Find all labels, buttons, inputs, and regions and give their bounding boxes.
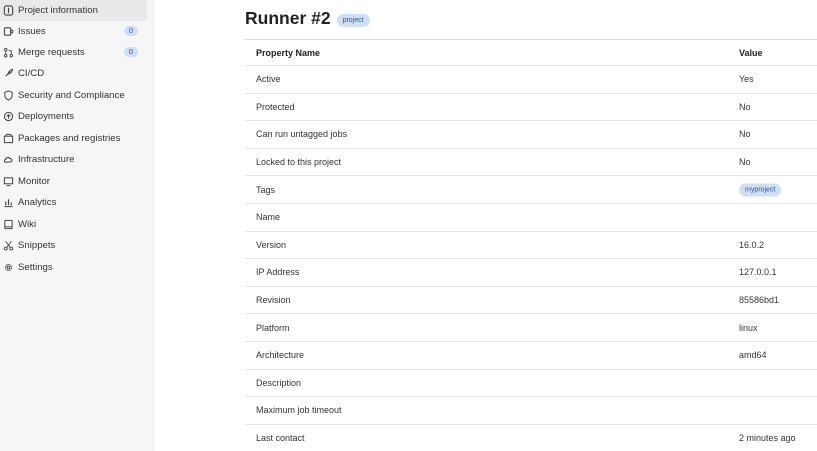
property-value: 16.0.2	[739, 239, 765, 250]
table-row: Revision 85586bd1	[245, 287, 817, 315]
property-value: linux	[739, 322, 758, 333]
table-row: Name	[245, 204, 817, 232]
property-name: Description	[256, 377, 302, 388]
property-name: Architecture	[256, 350, 305, 361]
sidebar-item-label: Snippets	[18, 240, 56, 251]
property-name: Revision	[256, 295, 291, 306]
sidebar-item-label: Wiki	[18, 219, 37, 230]
property-name: Platform	[256, 322, 290, 333]
sidebar-item-label: Project information	[18, 5, 98, 16]
property-name: Protected	[256, 101, 295, 112]
sidebar-item-merge-requests[interactable]: Merge requests 0	[0, 42, 153, 63]
count-badge: 0	[124, 26, 138, 36]
chart-icon	[2, 197, 14, 209]
table-row: Description	[245, 370, 817, 398]
table-row: Tags myproject	[245, 176, 817, 204]
deployments-icon	[2, 111, 14, 123]
property-name: Tags	[256, 184, 276, 195]
sidebar-item-label: Infrastructure	[18, 154, 75, 165]
property-value: myproject	[739, 183, 782, 197]
sidebar-item-label: Issues	[18, 26, 46, 37]
table-row: Maximum job timeout	[245, 397, 817, 425]
sidebar-item-analytics[interactable]: Analytics	[0, 192, 153, 213]
property-name: Last contact	[256, 433, 305, 444]
table-row: Protected No	[245, 94, 817, 122]
sidebar-item-issues[interactable]: Issues 0	[0, 21, 153, 42]
sidebar-item-label: Monitor	[18, 176, 50, 187]
sidebar-item-infrastructure[interactable]: Infrastructure	[0, 149, 153, 170]
property-value: No	[739, 157, 751, 168]
count-badge: 0	[124, 47, 138, 57]
shield-icon	[2, 90, 14, 102]
gear-icon	[2, 262, 14, 274]
property-value: amd64	[739, 350, 767, 361]
property-value: No	[739, 101, 751, 112]
column-header-property-name: Property Name	[256, 47, 321, 58]
property-name: Can run untagged jobs	[256, 129, 348, 140]
sidebar-item-snippets[interactable]: Snippets	[0, 235, 153, 256]
sidebar-item-label: Analytics	[18, 197, 57, 208]
property-value: No	[739, 129, 751, 140]
runner-properties-table: Property Name Value Active Yes Protected…	[245, 39, 817, 451]
rocket-icon	[2, 68, 14, 80]
sidebar-item-security[interactable]: Security and Compliance	[0, 85, 153, 106]
table-row: Last contact 2 minutes ago	[245, 425, 817, 451]
monitor-icon	[2, 176, 14, 188]
property-value: 85586bd1	[739, 295, 780, 306]
tag-badge[interactable]: myproject	[739, 183, 782, 197]
table-row: Architecture amd64	[245, 342, 817, 370]
merge-request-icon	[2, 47, 14, 59]
table-row: Locked to this project No	[245, 149, 817, 177]
property-name: Version	[256, 239, 287, 250]
sidebar: Project information Issues 0 Merge reque…	[0, 0, 154, 451]
table-row: Platform linux	[245, 314, 817, 342]
sidebar-item-label: CI/CD	[18, 68, 45, 79]
issues-icon	[2, 26, 14, 38]
info-icon	[2, 5, 14, 17]
sidebar-item-label: Packages and registries	[18, 133, 121, 144]
property-name: IP Address	[256, 267, 300, 278]
table-row: Version 16.0.2	[245, 232, 817, 260]
cloud-icon	[2, 154, 14, 166]
table-row: Active Yes	[245, 66, 817, 94]
sidebar-item-ci-cd[interactable]: CI/CD	[0, 63, 153, 84]
sidebar-item-wiki[interactable]: Wiki	[0, 214, 153, 235]
column-header-value: Value	[739, 47, 763, 58]
page-header: Runner #2 project	[245, 8, 370, 29]
table-row: Can run untagged jobs No	[245, 121, 817, 149]
sidebar-item-settings[interactable]: Settings	[0, 257, 153, 278]
table-header-row: Property Name Value	[245, 40, 817, 66]
scissors-icon	[2, 240, 14, 252]
book-icon	[2, 219, 14, 231]
property-name: Maximum job timeout	[256, 405, 342, 416]
sidebar-item-project-information[interactable]: Project information	[0, 0, 147, 21]
sidebar-item-label: Deployments	[18, 111, 74, 122]
property-name: Active	[256, 74, 281, 85]
property-value: 127.0.0.1	[739, 267, 777, 278]
sidebar-item-label: Settings	[18, 262, 53, 273]
property-value: Yes	[739, 74, 754, 85]
sidebar-item-label: Security and Compliance	[18, 90, 125, 101]
table-row: IP Address 127.0.0.1	[245, 259, 817, 287]
property-name: Locked to this project	[256, 157, 342, 168]
sidebar-item-monitor[interactable]: Monitor	[0, 171, 153, 192]
runner-type-badge: project	[336, 13, 370, 27]
page-title: Runner #2	[245, 8, 331, 28]
property-value: 2 minutes ago	[739, 433, 796, 444]
sidebar-item-packages[interactable]: Packages and registries	[0, 128, 153, 149]
sidebar-item-deployments[interactable]: Deployments	[0, 106, 153, 127]
sidebar-item-label: Merge requests	[18, 47, 85, 58]
package-icon	[2, 133, 14, 145]
property-name: Name	[256, 212, 281, 223]
